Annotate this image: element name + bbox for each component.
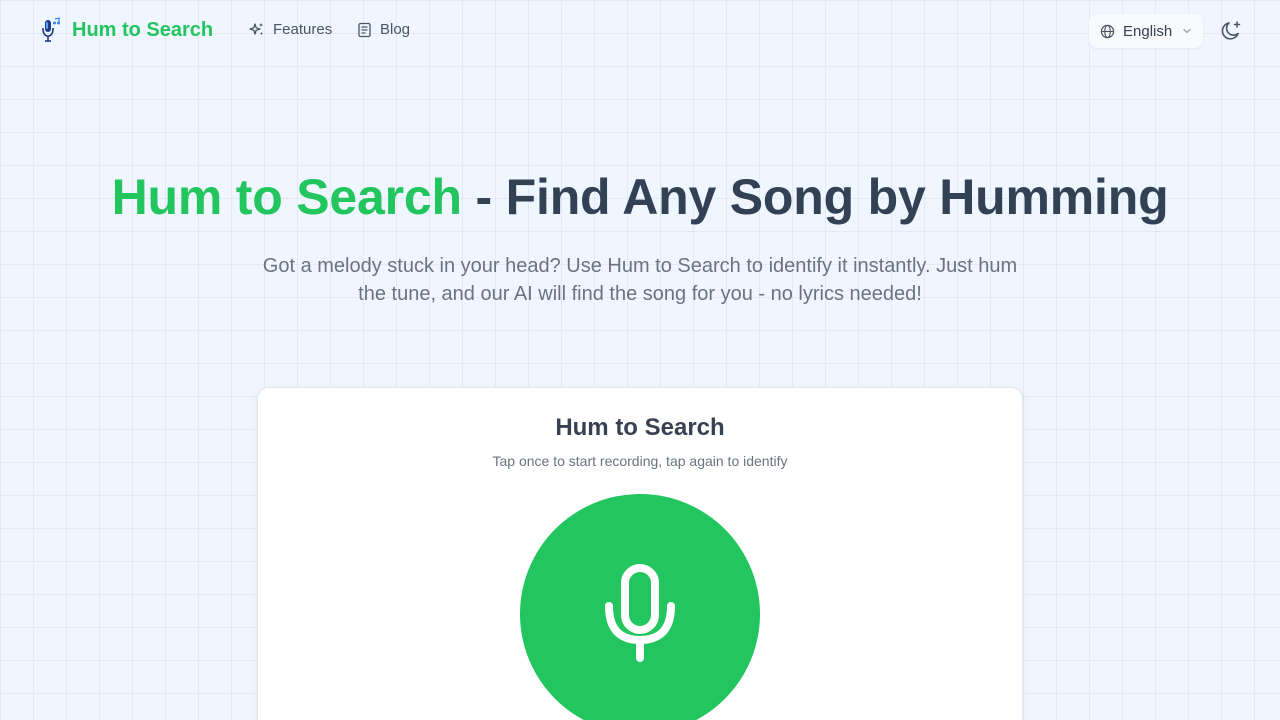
hero-title-rest: - Find Any Song by Humming [461, 169, 1169, 225]
nav-link-features[interactable]: Features [249, 21, 332, 38]
language-label: English [1123, 22, 1173, 40]
theme-toggle-button[interactable] [1219, 19, 1243, 43]
record-button[interactable] [520, 494, 760, 720]
chevron-down-icon [1183, 28, 1191, 34]
brand-logo-link[interactable]: Hum to Search [42, 16, 213, 44]
recorder-card: Hum to Search Tap once to start recordin… [257, 387, 1023, 720]
nav-link-label: Features [273, 21, 333, 38]
language-selector[interactable]: English [1089, 14, 1203, 48]
nav-link-label: Blog [380, 21, 411, 38]
globe-icon [1100, 24, 1115, 38]
microphone-music-icon [42, 16, 62, 44]
hero-title-accent: Hum to Search [111, 169, 462, 225]
sparkles-icon [249, 22, 263, 35]
hero-subtitle: Got a melody stuck in your head? Use Hum… [262, 255, 1018, 305]
moon-star-icon [1221, 21, 1241, 40]
microphone-icon [605, 564, 675, 662]
document-icon [358, 22, 371, 37]
recorder-title: Hum to Search [555, 414, 725, 441]
brand-name: Hum to Search [72, 18, 214, 41]
nav-link-blog[interactable]: Blog [357, 21, 410, 38]
top-navigation: Hum to Search Features Blog English [0, 0, 1280, 62]
hero-title: Hum to Search - Find Any Song by Humming [0, 168, 1280, 226]
recorder-instructions: Tap once to start recording, tap again t… [492, 453, 788, 469]
